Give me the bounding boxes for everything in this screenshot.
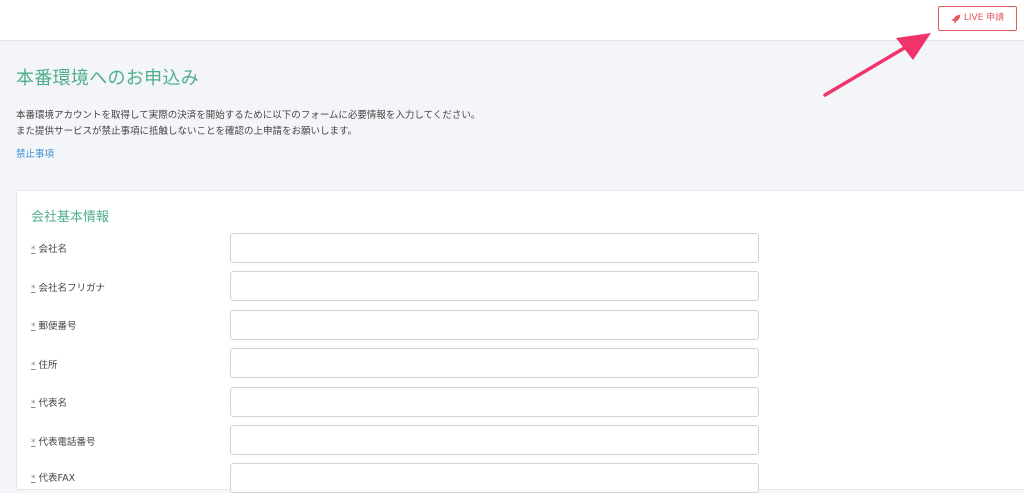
address-input[interactable]: [230, 348, 759, 378]
company-info-card: 会社基本情報 * 会社名 * 会社名フリガナ * 郵便番号 * 住所 * 代表名 * 代表電…: [16, 190, 1024, 493]
page-description-line-1: 本番環境アカウントを取得して実際の決済を開始するために以下のフォームに必要情報を…: [16, 110, 481, 121]
representative-name-input[interactable]: [230, 387, 759, 417]
top-bar: LIVE 申請: [0, 0, 1024, 41]
company-name-kana-input[interactable]: [230, 271, 759, 301]
page-title: 本番環境へのお申込み: [16, 68, 199, 89]
live-apply-label: LIVE 申請: [963, 13, 1005, 23]
phone-number-label: * 代表電話番号: [31, 437, 96, 448]
page-description-line-2: また提供サービスが禁止事項に抵触しないことを確認の上申請をお願いします。: [16, 126, 358, 137]
postal-code-label: * 郵便番号: [31, 321, 77, 332]
company-name-input[interactable]: [230, 233, 759, 263]
required-mark: *: [31, 399, 36, 409]
representative-name-label: * 代表名: [31, 398, 68, 409]
postal-code-input[interactable]: [230, 310, 759, 340]
section-title: 会社基本情報: [31, 210, 110, 225]
prohibited-items-link[interactable]: 禁止事項: [16, 146, 54, 160]
required-mark: *: [31, 245, 36, 255]
rocket-icon: [951, 14, 961, 24]
company-name-label: * 会社名: [31, 244, 68, 255]
fax-label: * 代表FAX: [31, 473, 76, 484]
required-mark: *: [31, 438, 36, 448]
live-apply-button[interactable]: LIVE 申請: [938, 6, 1017, 31]
required-mark: *: [31, 361, 36, 371]
required-mark: *: [31, 322, 36, 332]
required-mark: *: [31, 284, 36, 294]
phone-number-input[interactable]: [230, 425, 759, 455]
fax-input[interactable]: [230, 463, 759, 493]
company-name-kana-label: * 会社名フリガナ: [31, 283, 106, 294]
address-label: * 住所: [31, 360, 58, 371]
